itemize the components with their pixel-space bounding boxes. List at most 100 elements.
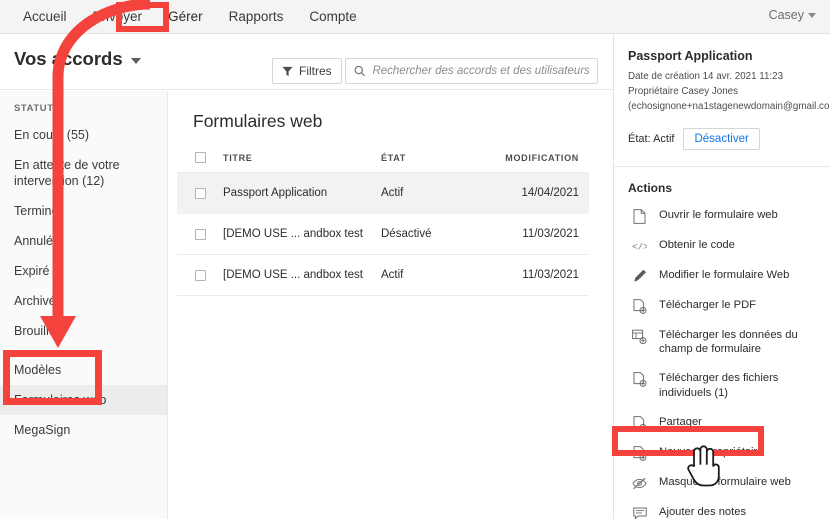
- download-data-icon: [632, 329, 647, 344]
- page-title-dropdown[interactable]: Vos accords: [14, 48, 141, 70]
- filters-label: Filtres: [299, 64, 332, 78]
- details-state-row: État: Actif Désactiver: [628, 127, 818, 150]
- row-checkbox[interactable]: [194, 187, 206, 199]
- top-navigation-bar: Accueil Envoyer Gérer Rapports Compte Ca…: [0, 0, 830, 34]
- row-checkbox[interactable]: [194, 228, 206, 240]
- details-owner: Propriétaire Casey Jones: [628, 86, 738, 98]
- note-icon: [632, 506, 647, 519]
- action-modifier-formulaire-web[interactable]: Modifier le formulaire Web: [614, 261, 830, 291]
- details-email: (echosignone+na1stagenewdomain@gmail.com…: [628, 101, 830, 113]
- action-label: Masquer le formulaire web: [659, 475, 791, 488]
- download-pdf-icon: [632, 298, 647, 314]
- row-checkbox-cell: [177, 213, 223, 256]
- sidebar-item-archive[interactable]: Archivé: [0, 286, 167, 316]
- row-checkbox[interactable]: [194, 269, 206, 281]
- table-row[interactable]: Passport Application Actif 14/04/2021: [177, 172, 589, 215]
- sidebar-item-annule[interactable]: Annulé: [0, 226, 167, 256]
- nav-gerer[interactable]: Gérer: [155, 3, 216, 30]
- search-icon: [354, 65, 365, 77]
- svg-text:</>: </>: [632, 241, 647, 252]
- row-modified: 14/04/2021: [491, 172, 589, 215]
- row-title: [DEMO USE ... andbox test: [223, 254, 381, 297]
- row-title: Passport Application: [223, 172, 381, 215]
- row-state: Désactivé: [381, 213, 491, 256]
- table-row[interactable]: [DEMO USE ... andbox test Actif 11/03/20…: [177, 254, 589, 297]
- nav-item-list: Accueil Envoyer Gérer Rapports Compte: [0, 3, 370, 30]
- web-forms-table: TITRE ÉTAT MODIFICATION Passport Applica…: [177, 146, 589, 297]
- action-label: Télécharger des fichiers individuels (1): [659, 372, 779, 399]
- sidebar-item-brouillon[interactable]: Brouillon: [0, 316, 167, 346]
- details-panel: Passport Application Date de création 14…: [613, 34, 830, 519]
- funnel-icon: [282, 66, 293, 76]
- sidebar: STATUT En cours (55) En attente de votre…: [0, 91, 168, 519]
- nav-accueil[interactable]: Accueil: [10, 3, 80, 30]
- nav-compte[interactable]: Compte: [296, 3, 369, 30]
- row-checkbox-cell: [177, 254, 223, 297]
- search-input[interactable]: Rechercher des accords et des utilisateu…: [345, 58, 598, 84]
- sidebar-item-expire[interactable]: Expiré: [0, 256, 167, 286]
- account-menu[interactable]: Casey: [769, 8, 816, 22]
- row-state: Actif: [381, 254, 491, 297]
- filters-button[interactable]: Filtres: [272, 58, 342, 84]
- action-ajouter-des-notes[interactable]: Ajouter des notes: [614, 498, 830, 519]
- sidebar-item-formulaires-web[interactable]: Formulaires web: [0, 385, 167, 415]
- table-header-row: TITRE ÉTAT MODIFICATION: [177, 146, 589, 174]
- sidebar-status-heading: STATUT: [14, 103, 54, 114]
- action-label: Nouveau propriétaire: [659, 445, 764, 458]
- sidebar-item-megasign[interactable]: MegaSign: [0, 415, 167, 445]
- deactivate-button[interactable]: Désactiver: [683, 127, 760, 150]
- action-label: Modifier le formulaire Web: [659, 268, 790, 281]
- row-modified: 11/03/2021: [491, 254, 589, 297]
- details-header: Passport Application Date de création 14…: [614, 34, 830, 162]
- row-checkbox-cell: [177, 172, 223, 215]
- action-nouveau-proprietaire[interactable]: Nouveau propriétaire: [614, 438, 830, 468]
- nav-envoyer[interactable]: Envoyer: [80, 3, 156, 30]
- row-modified: 11/03/2021: [491, 213, 589, 256]
- app-root: Accueil Envoyer Gérer Rapports Compte Ca…: [0, 0, 830, 519]
- column-header-titre[interactable]: TITRE: [223, 146, 381, 174]
- sidebar-item-termine[interactable]: Terminé: [0, 196, 167, 226]
- code-icon: </>: [632, 239, 647, 254]
- action-label: Ouvrir le formulaire web: [659, 208, 778, 221]
- action-label: Télécharger le PDF: [659, 298, 756, 311]
- table-row[interactable]: [DEMO USE ... andbox test Désactivé 11/0…: [177, 213, 589, 256]
- action-label: Obtenir le code: [659, 238, 735, 251]
- details-state-label: État: Actif: [628, 132, 675, 145]
- sidebar-item-en-attente[interactable]: En attente de votre intervention (12): [0, 150, 167, 196]
- page-title: Vos accords: [14, 48, 123, 69]
- column-header-modification[interactable]: MODIFICATION: [491, 146, 589, 174]
- sidebar-item-modeles[interactable]: Modèles: [0, 355, 167, 385]
- share-icon: [632, 415, 647, 431]
- select-all-checkbox[interactable]: [194, 152, 206, 164]
- new-owner-icon: [632, 445, 647, 461]
- details-created: Date de création 14 avr. 2021 11:23: [628, 71, 784, 82]
- action-telecharger-pdf[interactable]: Télécharger le PDF: [614, 291, 830, 321]
- row-title: [DEMO USE ... andbox test: [223, 213, 381, 256]
- eye-slash-icon: [632, 476, 647, 491]
- table-head: TITRE ÉTAT MODIFICATION: [177, 146, 589, 174]
- action-telecharger-donnees-champ[interactable]: Télécharger les données du champ de form…: [614, 321, 830, 365]
- select-all-header: [177, 146, 223, 174]
- chevron-down-icon: [808, 12, 816, 18]
- download-files-icon: [632, 372, 647, 387]
- action-label: Télécharger les données du champ de form…: [659, 328, 798, 356]
- action-telecharger-fichiers-individuels[interactable]: Télécharger des fichiers individuels (1): [614, 364, 830, 408]
- table-body: Passport Application Actif 14/04/2021 [D…: [177, 172, 589, 297]
- sidebar-group-divider: [0, 346, 167, 355]
- content-title: Formulaires web: [193, 111, 323, 131]
- chevron-down-icon: [130, 58, 141, 64]
- column-header-etat[interactable]: ÉTAT: [381, 146, 491, 174]
- action-label: Partager: [659, 415, 702, 428]
- document-icon: [632, 208, 647, 224]
- main-content: Formulaires web TITRE ÉTAT MODIFICATION: [169, 91, 613, 519]
- details-title: Passport Application: [628, 49, 753, 63]
- action-ouvrir-formulaire-web[interactable]: Ouvrir le formulaire web: [614, 201, 830, 231]
- action-masquer-formulaire-web[interactable]: Masquer le formulaire web: [614, 468, 830, 498]
- action-obtenir-le-code[interactable]: </> Obtenir le code: [614, 231, 830, 261]
- sidebar-item-en-cours[interactable]: En cours (55): [0, 120, 167, 150]
- row-state: Actif: [381, 172, 491, 215]
- nav-rapports[interactable]: Rapports: [216, 3, 297, 30]
- action-label: Ajouter des notes: [659, 505, 747, 518]
- action-partager[interactable]: Partager: [614, 408, 830, 438]
- account-label: Casey: [768, 8, 804, 22]
